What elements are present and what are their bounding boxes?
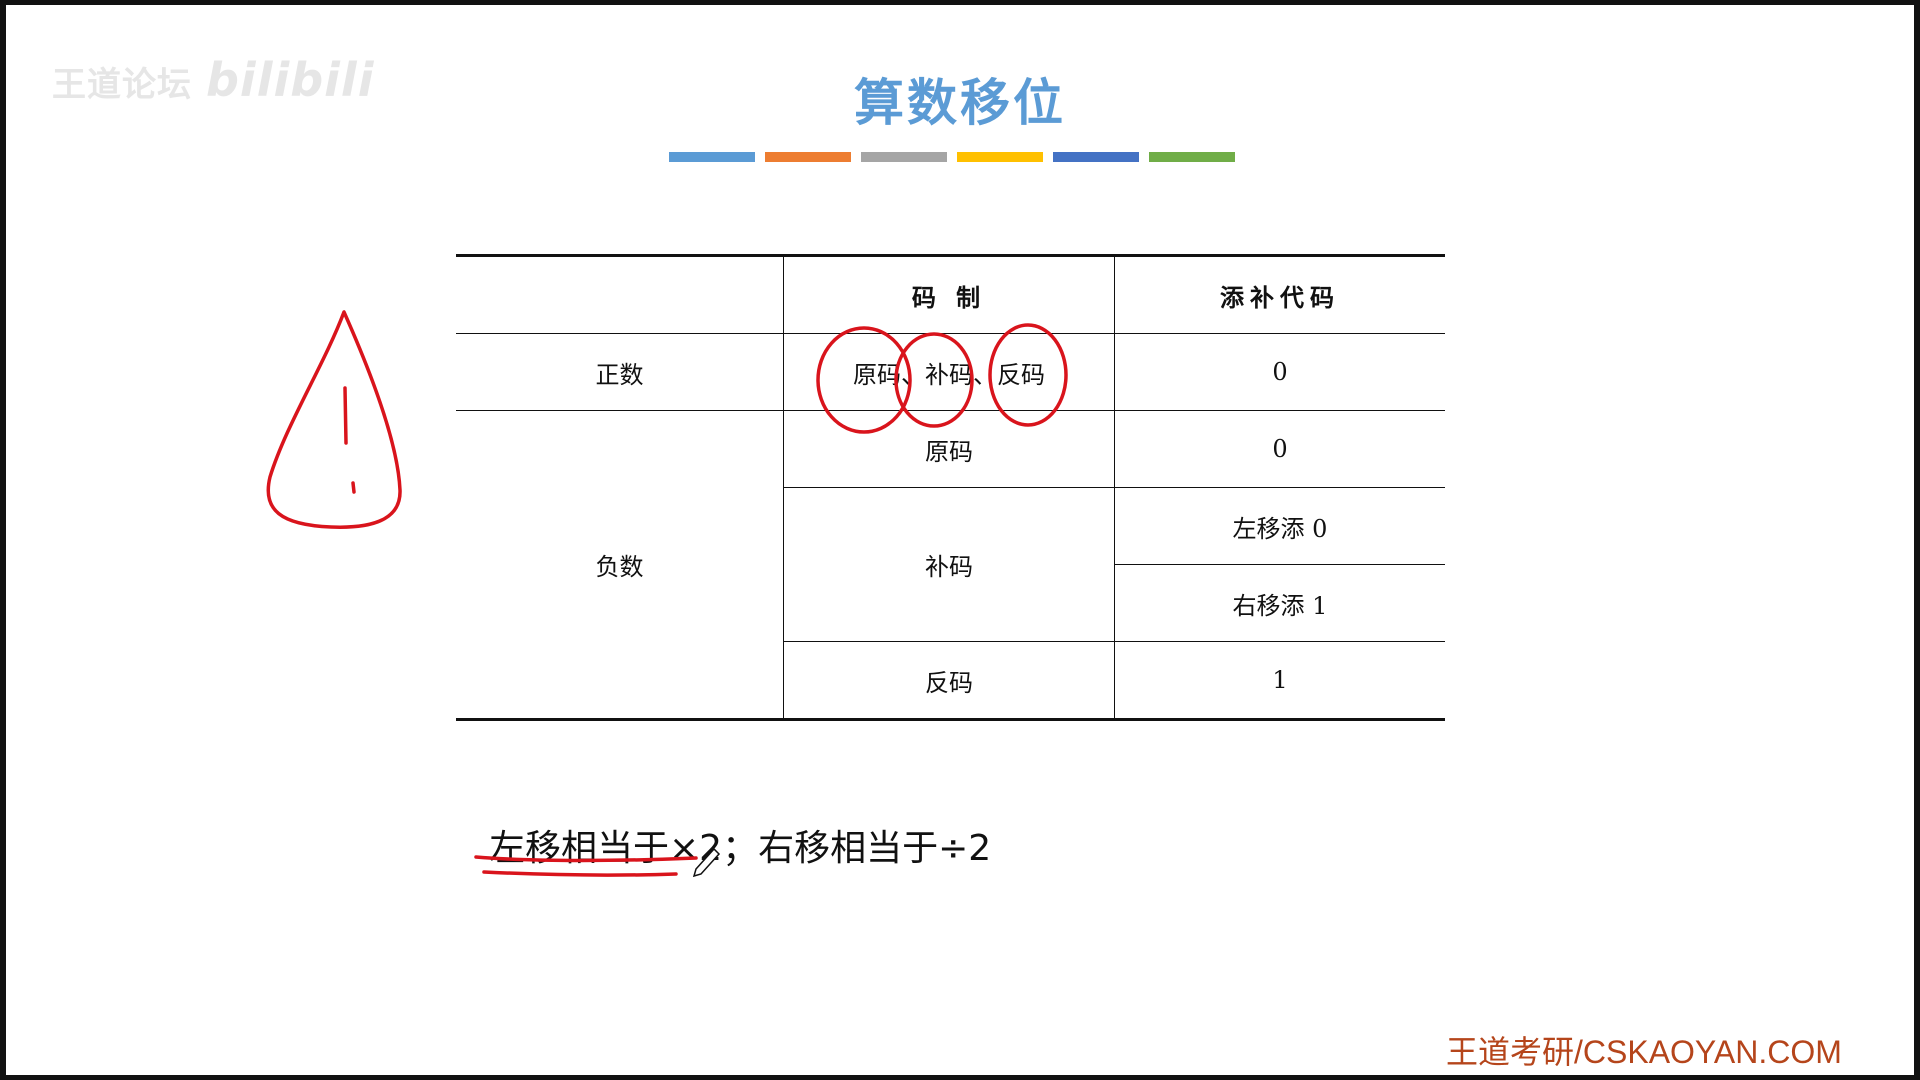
pen-annotations [266, 310, 1068, 878]
underline-mark-1 [474, 855, 698, 863]
slide: 王道论坛 bilibili 算数移位 码 制 添补代码 正数 原码、补码、反码 0… [6, 5, 1914, 1075]
warning-mark-dot [351, 481, 356, 494]
circle-mark-ones [988, 323, 1068, 427]
underline-mark-2 [482, 870, 678, 877]
warning-cone-outline [266, 310, 402, 529]
circle-mark-complement [894, 332, 974, 428]
ink-strokes [266, 310, 1068, 877]
warning-mark-line [343, 386, 348, 445]
pen-cursor-icon [692, 847, 721, 878]
